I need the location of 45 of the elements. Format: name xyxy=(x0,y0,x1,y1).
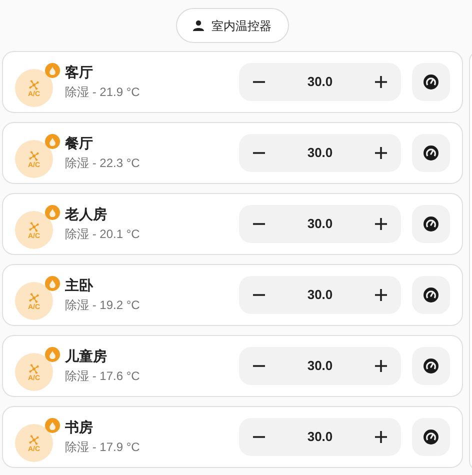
room-name: 书房 xyxy=(65,418,94,437)
gauge-icon xyxy=(423,358,439,374)
plus-icon xyxy=(375,360,387,372)
mode-button[interactable] xyxy=(412,63,450,101)
plus-icon xyxy=(375,431,387,443)
increase-button[interactable] xyxy=(373,429,389,445)
increase-button[interactable] xyxy=(373,216,389,232)
thermostat-chip[interactable]: 室内温控器 xyxy=(176,8,288,43)
mode-button[interactable] xyxy=(412,418,450,456)
plus-icon xyxy=(375,289,387,301)
room-status: 除湿 - 22.3 °C xyxy=(65,155,141,172)
mode-button[interactable] xyxy=(412,276,450,314)
room-name: 儿童房 xyxy=(65,347,108,366)
room-name: 客厅 xyxy=(65,63,94,82)
plus-icon xyxy=(375,218,387,230)
room-status: 除湿 - 17.6 °C xyxy=(65,368,141,385)
room-name: 餐厅 xyxy=(65,134,94,153)
setpoint-value: 30.0 xyxy=(307,428,333,446)
room-status: 除湿 - 17.9 °C xyxy=(65,439,141,456)
room-status: 除湿 - 21.9 °C xyxy=(65,84,141,101)
setpoint-value: 30.0 xyxy=(307,215,333,234)
increase-button[interactable] xyxy=(373,145,389,161)
plus-icon xyxy=(375,147,387,159)
setpoint-value: 30.0 xyxy=(307,357,333,376)
increase-button[interactable] xyxy=(373,74,389,90)
mode-button[interactable] xyxy=(412,134,450,172)
gauge-icon xyxy=(423,216,439,232)
room-status: 除湿 - 19.2 °C xyxy=(65,297,141,314)
setpoint-value: 30.0 xyxy=(307,144,333,162)
gauge-icon xyxy=(423,287,439,303)
gauge-icon xyxy=(423,145,439,161)
plus-icon xyxy=(375,76,387,88)
setpoint-value: 30.0 xyxy=(307,286,333,304)
room-status: 除湿 - 20.1 °C xyxy=(65,226,141,243)
chip-label: 室内温控器 xyxy=(212,18,272,34)
mode-button[interactable] xyxy=(412,347,450,385)
increase-button[interactable] xyxy=(373,287,389,303)
gauge-icon xyxy=(423,74,439,90)
room-name: 老人房 xyxy=(65,205,108,224)
gauge-icon xyxy=(423,429,439,445)
mode-button[interactable] xyxy=(412,205,450,243)
room-name: 主卧 xyxy=(65,276,94,295)
setpoint-value: 30.0 xyxy=(307,73,333,92)
increase-button[interactable] xyxy=(373,358,389,374)
person-icon xyxy=(192,20,204,31)
